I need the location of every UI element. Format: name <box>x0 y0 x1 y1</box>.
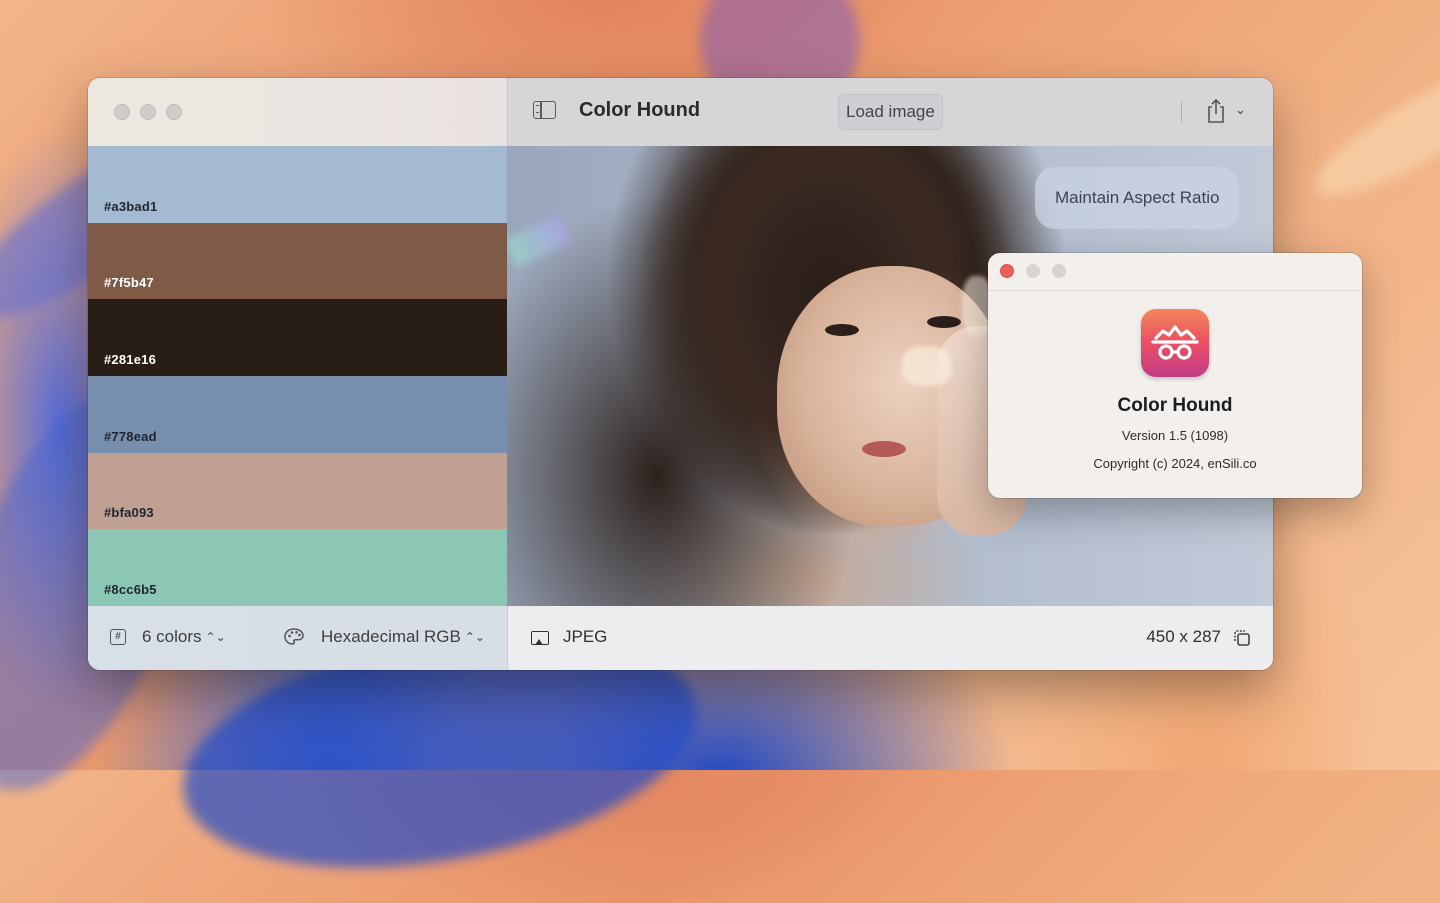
app-icon <box>1141 309 1209 377</box>
color-swatch[interactable]: #281e16 <box>88 299 507 376</box>
color-count-picker[interactable]: # 6 colors ⌃⌄ <box>110 627 226 647</box>
swatch-hex-label: #778ead <box>104 428 157 444</box>
up-down-chevron-icon: ⌃⌄ <box>205 630 226 644</box>
color-swatch[interactable]: #778ead <box>88 375 507 453</box>
about-zoom-button[interactable] <box>1052 264 1066 278</box>
photo-light <box>902 346 952 386</box>
color-format-label: Hexadecimal RGB <box>321 627 461 646</box>
about-version: Version 1.5 (1098) <box>1121 428 1229 443</box>
image-dimensions-label: 450 x 287 <box>1146 627 1221 646</box>
up-down-chevron-icon: ⌃⌄ <box>464 630 485 644</box>
about-app-name: Color Hound <box>1117 395 1233 416</box>
hash-icon: # <box>110 629 126 645</box>
file-type-label: JPEG <box>563 627 608 646</box>
sidebar-titlebar <box>88 78 507 146</box>
photo-eye <box>927 316 961 328</box>
color-count-label: 6 colors <box>142 627 202 646</box>
color-swatch[interactable]: #a3bad1 <box>88 146 507 223</box>
swatch-hex-label: #7f5b47 <box>104 275 154 291</box>
swatch-hex-label: #281e16 <box>104 351 157 367</box>
close-button[interactable] <box>114 104 130 120</box>
sidebar-toggle-icon[interactable] <box>533 101 556 119</box>
about-copyright: Copyright (c) 2024, enSili.co <box>1093 456 1257 471</box>
light-flare <box>507 214 571 268</box>
swatch-hex-label: #8cc6b5 <box>104 581 157 597</box>
photo-icon <box>531 631 549 645</box>
window-title: Color Hound <box>579 99 701 121</box>
sidebar: #a3bad1 #7f5b47 #281e16 #778ead #bfa093 … <box>88 78 508 670</box>
color-format-picker[interactable]: Hexadecimal RGB ⌃⌄ <box>283 627 485 647</box>
sidebar-footer: # 6 colors ⌃⌄ Hexadecimal RGB ⌃⌄ <box>88 606 508 670</box>
toolbar-divider <box>1181 102 1182 122</box>
color-swatch[interactable]: #7f5b47 <box>88 222 507 300</box>
photo-eye <box>825 324 859 336</box>
color-swatch[interactable]: #8cc6b5 <box>88 529 507 606</box>
about-panel: Color Hound Version 1.5 (1098) Copyright… <box>988 253 1362 498</box>
color-swatch[interactable]: #bfa093 <box>88 452 507 530</box>
swatch-hex-label: #a3bad1 <box>104 198 158 214</box>
share-icon[interactable] <box>1206 98 1226 124</box>
hound-logo-icon <box>1151 325 1199 360</box>
zoom-button[interactable] <box>166 104 182 120</box>
toolbar: Color Hound Load image ⌄ <box>507 78 1273 146</box>
swatch-hex-label: #bfa093 <box>104 505 154 521</box>
color-swatch-list: #a3bad1 #7f5b47 #281e16 #778ead #bfa093 … <box>88 146 507 606</box>
palette-icon <box>284 628 304 645</box>
load-image-button[interactable]: Load image <box>838 94 943 130</box>
about-close-button[interactable] <box>1000 264 1014 278</box>
about-titlebar <box>988 253 1362 291</box>
photo-lips <box>862 441 906 457</box>
about-minimize-button[interactable] <box>1026 264 1040 278</box>
copy-icon[interactable] <box>1232 628 1252 648</box>
maintain-aspect-ratio-button[interactable]: Maintain Aspect Ratio <box>1035 167 1240 229</box>
minimize-button[interactable] <box>140 104 156 120</box>
chevron-down-icon[interactable]: ⌄ <box>1235 102 1246 118</box>
image-info-bar: JPEG 450 x 287 <box>507 606 1273 670</box>
